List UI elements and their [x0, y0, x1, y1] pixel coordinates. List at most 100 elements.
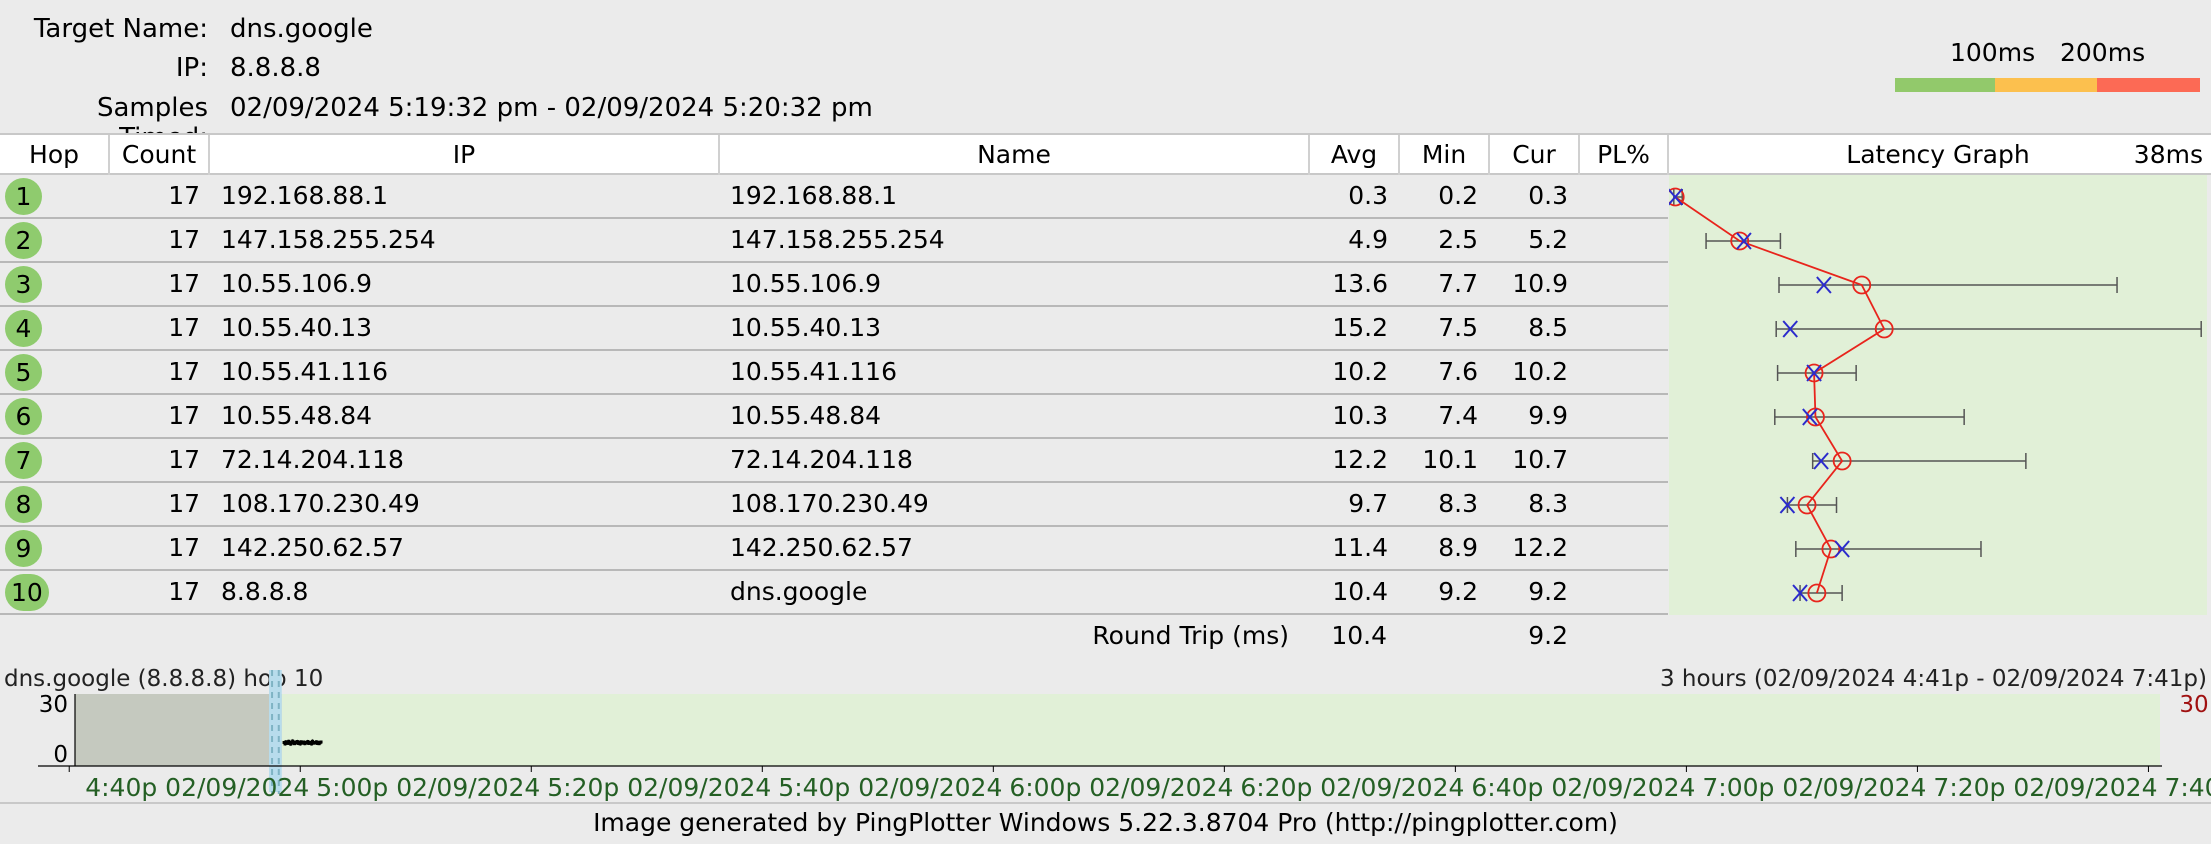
- hop-avg: 10.3: [1332, 401, 1388, 430]
- hop-ip: 10.55.106.9: [221, 269, 373, 298]
- hop-ip: 147.158.255.254: [221, 225, 436, 254]
- hop-min: 8.9: [1438, 533, 1478, 562]
- hop-min: 8.3: [1438, 489, 1478, 518]
- hop-min: 7.6: [1438, 357, 1478, 386]
- table-row[interactable]: 3 17 10.55.106.9 10.55.106.9 13.6 7.7 10.9: [0, 263, 1668, 307]
- history-timeline[interactable]: dns.google (8.8.8.8) hop 10 3 hours (02/…: [0, 660, 2211, 802]
- hop-name: 192.168.88.1: [730, 181, 897, 210]
- hop-name: 147.158.255.254: [730, 225, 945, 254]
- table-row[interactable]: 6 17 10.55.48.84 10.55.48.84 10.3 7.4 9.9: [0, 395, 1668, 439]
- hop-min: 7.5: [1438, 313, 1478, 342]
- col-header-avg[interactable]: Avg: [1310, 135, 1400, 175]
- round-trip-label: Round Trip (ms): [1092, 621, 1289, 650]
- hop-cur: 8.5: [1528, 313, 1568, 342]
- hop-ip: 10.55.41.116: [221, 357, 388, 386]
- hop-avg: 4.9: [1348, 225, 1388, 254]
- hop-pl: [1580, 351, 1658, 393]
- hop-ip: 192.168.88.1: [221, 181, 388, 210]
- hop-number-badge: 8: [5, 486, 42, 523]
- history-x-tick-label: 7:20p 02/09/2024: [1933, 773, 2157, 802]
- history-chart[interactable]: 30 0 30 4:40p 02/09/2024 5:00p 02/09/2024 5:2…: [0, 660, 2211, 802]
- round-trip-cur: 9.2: [1528, 621, 1568, 650]
- table-row[interactable]: 7 17 72.14.204.118 72.14.204.118 12.2 10.1 10.…: [0, 439, 1668, 483]
- history-x-tick-label: 7:00p 02/09/2024: [1702, 773, 1926, 802]
- ip-value: 8.8.8.8: [230, 53, 321, 83]
- trace-table: Hop Count IP Name Avg Min Cur PL% Latenc…: [0, 133, 2211, 660]
- target-name-label: Target Name:: [33, 14, 208, 44]
- hop-cur: 5.2: [1528, 225, 1568, 254]
- table-row[interactable]: 2 17 147.158.255.254 147.158.255.254 4.9 2.5 5…: [0, 219, 1668, 263]
- history-y-max-label: 30: [39, 692, 68, 718]
- hop-pl: [1580, 483, 1658, 525]
- table-header: Hop Count IP Name Avg Min Cur PL% Latenc…: [0, 133, 2211, 175]
- table-row[interactable]: 9 17 142.250.62.57 142.250.62.57 11.4 8.9 12.2: [0, 527, 1668, 571]
- hop-pl: [1580, 571, 1658, 613]
- hop-name: 10.55.40.13: [730, 313, 882, 342]
- col-header-min[interactable]: Min: [1400, 135, 1490, 175]
- hop-cur: 8.3: [1528, 489, 1568, 518]
- latency-graph: [1669, 187, 2202, 603]
- hop-min: 9.2: [1438, 577, 1478, 606]
- table-row[interactable]: 4 17 10.55.40.13 10.55.40.13 15.2 7.5 8.5: [0, 307, 1668, 351]
- hop-pl: [1580, 527, 1658, 569]
- scale-100ms-label: 100ms: [1950, 38, 2036, 67]
- hop-avg: 10.4: [1332, 577, 1388, 606]
- hop-cur: 10.7: [1512, 445, 1568, 474]
- hop-ip: 8.8.8.8: [221, 577, 309, 606]
- history-x-tick-label: 7:40p 02/09/2024: [2164, 773, 2211, 802]
- col-header-ip[interactable]: IP: [210, 135, 720, 175]
- hop-avg: 12.2: [1332, 445, 1388, 474]
- hop-count: 17: [168, 577, 200, 606]
- hop-pl: [1580, 219, 1658, 261]
- hop-name: 72.14.204.118: [730, 445, 913, 474]
- scale-bar-warn: [1995, 78, 2097, 92]
- hop-avg: 9.7: [1348, 489, 1388, 518]
- ip-label: IP:: [175, 53, 208, 83]
- table-row[interactable]: 8 17 108.170.230.49 108.170.230.49 9.7 8.3 8.3: [0, 483, 1668, 527]
- hop-number-badge: 10: [5, 574, 49, 611]
- hop-name: 10.55.41.116: [730, 357, 897, 386]
- hop-count: 17: [168, 313, 200, 342]
- hop-number-badge: 5: [5, 354, 42, 391]
- hop-number-badge: 3: [5, 266, 42, 303]
- history-x-tick-label: 5:40p 02/09/2024: [778, 773, 1002, 802]
- col-header-hop[interactable]: Hop: [0, 135, 110, 175]
- col-header-pl[interactable]: PL%: [1580, 135, 1669, 175]
- hop-cur: 9.2: [1528, 577, 1568, 606]
- history-y-right-label: 30: [2179, 692, 2208, 718]
- scale-bar-good: [1895, 78, 1995, 92]
- hop-count: 17: [168, 225, 200, 254]
- hop-ip: 10.55.48.84: [221, 401, 373, 430]
- hop-min: 7.7: [1438, 269, 1478, 298]
- hop-number-badge: 7: [5, 442, 42, 479]
- hop-name: 142.250.62.57: [730, 533, 913, 562]
- hop-ip: 142.250.62.57: [221, 533, 404, 562]
- col-header-cur[interactable]: Cur: [1490, 135, 1580, 175]
- table-row[interactable]: 10 17 8.8.8.8 dns.google 10.4 9.2 9.2: [0, 571, 1668, 615]
- col-header-name[interactable]: Name: [720, 135, 1310, 175]
- hop-avg: 0.3: [1348, 181, 1388, 210]
- hop-avg: 10.2: [1332, 357, 1388, 386]
- hop-pl: [1580, 439, 1658, 481]
- history-x-tick-label: 5:20p 02/09/2024: [547, 773, 771, 802]
- table-row[interactable]: 1 17 192.168.88.1 192.168.88.1 0.3 0.2 0.3: [0, 175, 1668, 219]
- table-row[interactable]: 5 17 10.55.41.116 10.55.41.116 10.2 7.6 10.2: [0, 351, 1668, 395]
- hop-cur: 9.9: [1528, 401, 1568, 430]
- hop-count: 17: [168, 269, 200, 298]
- history-sample-point: [319, 740, 323, 744]
- hop-name: dns.google: [730, 577, 868, 606]
- hop-avg: 11.4: [1332, 533, 1388, 562]
- hop-ip: 10.55.40.13: [221, 313, 373, 342]
- target-info-panel: Target Name: dns.google IP: 8.8.8.8 Samp…: [0, 0, 2211, 153]
- hop-count: 17: [168, 489, 200, 518]
- col-header-latency-graph[interactable]: Latency Graph: [1669, 135, 2207, 175]
- col-header-count[interactable]: Count: [110, 135, 210, 175]
- hop-number-badge: 6: [5, 398, 42, 435]
- hop-count: 17: [168, 401, 200, 430]
- hop-count: 17: [168, 357, 200, 386]
- hop-cur: 10.9: [1512, 269, 1568, 298]
- hop-count: 17: [168, 445, 200, 474]
- samples-timed-value: 02/09/2024 5:19:32 pm - 02/09/2024 5:20:…: [230, 93, 873, 123]
- hop-min: 7.4: [1438, 401, 1478, 430]
- round-trip-row: Round Trip (ms) 10.4 9.2: [0, 615, 2211, 660]
